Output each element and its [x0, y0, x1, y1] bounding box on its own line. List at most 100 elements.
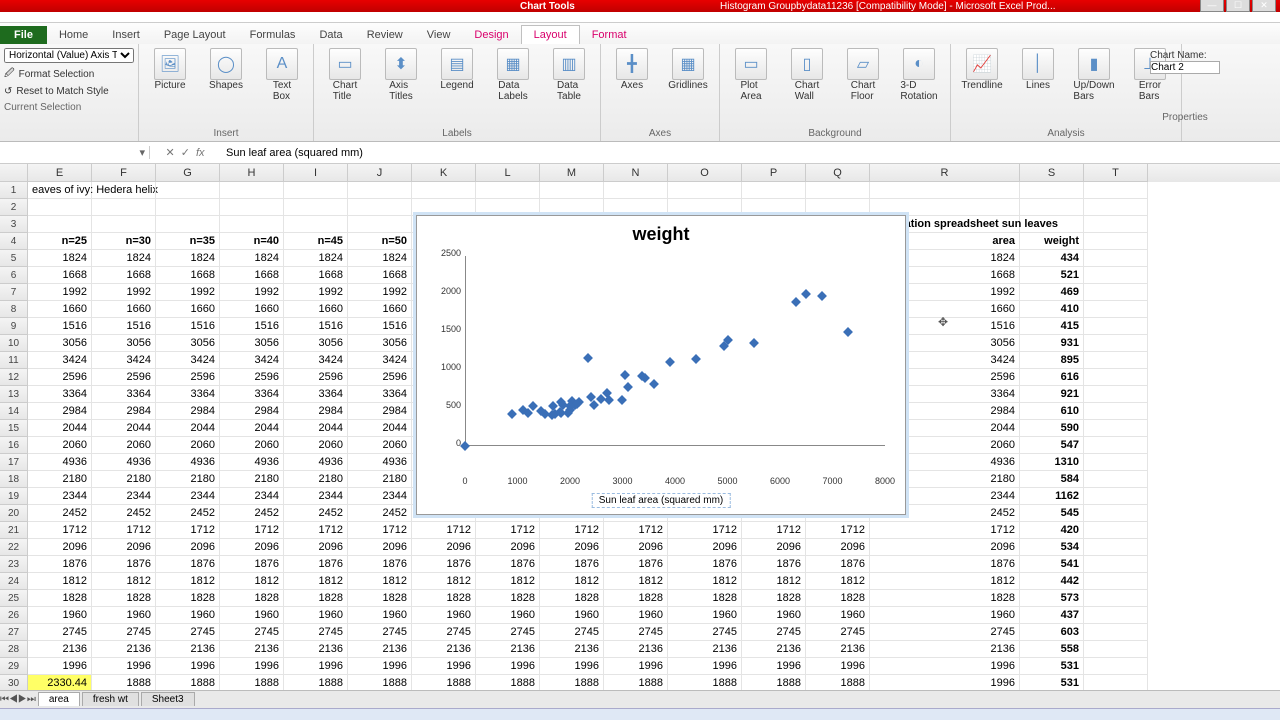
cell[interactable]: 1668 [28, 267, 92, 284]
cell[interactable]: 1812 [476, 573, 540, 590]
cell[interactable]: 2096 [742, 539, 806, 556]
cell[interactable]: 1712 [348, 522, 412, 539]
cell[interactable]: 2745 [156, 624, 220, 641]
cell[interactable] [348, 199, 412, 216]
cell[interactable] [156, 182, 220, 199]
data-point[interactable] [583, 353, 593, 363]
data-labels-button[interactable]: ▦DataLabels [488, 48, 538, 102]
cell[interactable]: 2596 [92, 369, 156, 386]
row-header[interactable]: 8 [0, 301, 28, 318]
row-header[interactable]: 25 [0, 590, 28, 607]
cell[interactable]: 1828 [412, 590, 476, 607]
tab-review[interactable]: Review [355, 26, 415, 44]
cell[interactable]: 2745 [284, 624, 348, 641]
cell[interactable]: 3056 [28, 335, 92, 352]
cell[interactable]: 2596 [220, 369, 284, 386]
cell[interactable]: 1876 [604, 556, 668, 573]
cell[interactable] [1084, 369, 1148, 386]
cell[interactable]: 1812 [412, 573, 476, 590]
cell[interactable]: n=45 [284, 233, 348, 250]
row-header[interactable]: 28 [0, 641, 28, 658]
cancel-icon[interactable]: ✕ [166, 146, 175, 159]
cell[interactable]: 469 [1020, 284, 1084, 301]
cell[interactable]: 1516 [28, 318, 92, 335]
cell[interactable]: 1996 [806, 658, 870, 675]
cell[interactable]: 434 [1020, 250, 1084, 267]
cell[interactable]: 1876 [806, 556, 870, 573]
cell[interactable]: 1960 [28, 607, 92, 624]
row-header[interactable]: 1 [0, 182, 28, 199]
sheet-nav-button[interactable]: ⏭ [27, 694, 36, 705]
data-point[interactable] [791, 297, 801, 307]
cell[interactable] [476, 199, 540, 216]
cell[interactable]: 1876 [412, 556, 476, 573]
row-header[interactable]: 27 [0, 624, 28, 641]
cell[interactable]: 1996 [92, 658, 156, 675]
chart-floor-button[interactable]: ▱ChartFloor [838, 48, 888, 102]
cell[interactable]: 1824 [28, 250, 92, 267]
cell[interactable] [806, 182, 870, 199]
cell[interactable]: 931 [1020, 335, 1084, 352]
cell[interactable]: 2452 [284, 505, 348, 522]
cell[interactable]: 2745 [28, 624, 92, 641]
column-header-K[interactable]: K [412, 164, 476, 182]
worksheet-grid[interactable]: EFGHIJKLMNOPQRST 1eaves of ivy: Hedera h… [0, 164, 1280, 704]
cell[interactable] [1084, 199, 1148, 216]
legend-button[interactable]: ▤Legend [432, 48, 482, 91]
row-header[interactable]: 6 [0, 267, 28, 284]
cell[interactable]: 2452 [92, 505, 156, 522]
cell[interactable]: 1516 [220, 318, 284, 335]
sheet-tab[interactable]: Sheet3 [141, 692, 195, 706]
cell[interactable]: eaves of ivy: Hedera helix [28, 182, 92, 199]
cell[interactable]: 1660 [156, 301, 220, 318]
cell[interactable]: 1310 [1020, 454, 1084, 471]
cell[interactable]: 1828 [668, 590, 742, 607]
cell[interactable] [668, 199, 742, 216]
tab-pagelayout[interactable]: Page Layout [152, 26, 238, 44]
cell[interactable] [604, 182, 668, 199]
cell[interactable] [870, 199, 1020, 216]
row-header[interactable]: 18 [0, 471, 28, 488]
column-header-M[interactable]: M [540, 164, 604, 182]
cell[interactable]: 1162 [1020, 488, 1084, 505]
cell[interactable]: 1996 [540, 658, 604, 675]
cell[interactable]: 1996 [476, 658, 540, 675]
cell[interactable]: 1812 [742, 573, 806, 590]
cell[interactable]: 2136 [604, 641, 668, 658]
cell[interactable] [742, 182, 806, 199]
namebox-dropdown-icon[interactable]: ▾ [139, 146, 145, 159]
cell[interactable]: 1996 [604, 658, 668, 675]
cell[interactable]: 1668 [220, 267, 284, 284]
cell[interactable] [1084, 335, 1148, 352]
cell[interactable] [1020, 182, 1084, 199]
cell[interactable] [1084, 318, 1148, 335]
cell[interactable]: 921 [1020, 386, 1084, 403]
cell[interactable]: 1960 [284, 607, 348, 624]
cell[interactable]: 2180 [28, 471, 92, 488]
cell[interactable]: n=25 [28, 233, 92, 250]
column-header-J[interactable]: J [348, 164, 412, 182]
cell[interactable]: 1960 [92, 607, 156, 624]
cell[interactable]: 1960 [220, 607, 284, 624]
cell[interactable]: 1996 [156, 658, 220, 675]
data-point[interactable] [617, 395, 627, 405]
column-header-R[interactable]: R [870, 164, 1020, 182]
cell[interactable]: 1712 [412, 522, 476, 539]
cell[interactable]: 1960 [476, 607, 540, 624]
cell[interactable]: 3056 [348, 335, 412, 352]
cell[interactable]: 2044 [220, 420, 284, 437]
cell[interactable]: 1812 [92, 573, 156, 590]
cell[interactable]: 2096 [348, 539, 412, 556]
cell[interactable]: 1824 [156, 250, 220, 267]
cell[interactable]: 2984 [220, 403, 284, 420]
up-down-bars-button[interactable]: ▮Up/DownBars [1069, 48, 1119, 102]
cell[interactable] [284, 199, 348, 216]
cell[interactable]: 584 [1020, 471, 1084, 488]
cell[interactable]: 2096 [92, 539, 156, 556]
cell[interactable]: 1828 [156, 590, 220, 607]
cell[interactable]: 3424 [28, 352, 92, 369]
cell[interactable]: n=40 [220, 233, 284, 250]
cell[interactable]: 1812 [668, 573, 742, 590]
tab-design[interactable]: Design [462, 26, 520, 44]
cell[interactable]: 2044 [28, 420, 92, 437]
